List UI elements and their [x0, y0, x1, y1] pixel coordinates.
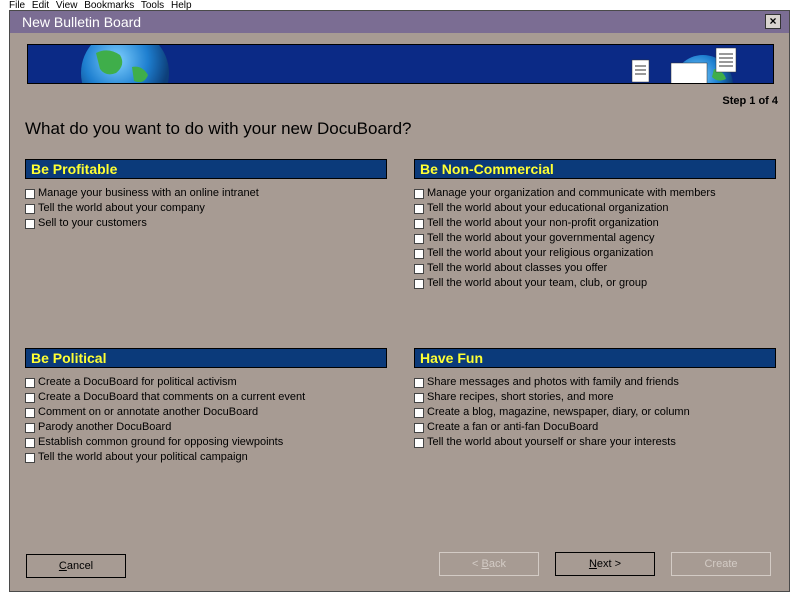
section-be-political: Be Political Create a DocuBoard for poli… [25, 348, 387, 465]
checkbox-icon[interactable] [25, 437, 35, 448]
option-label: Manage your business with an online intr… [38, 187, 259, 199]
option-list: Manage your business with an online intr… [25, 186, 387, 231]
cancel-mnemonic: C [58, 560, 67, 572]
option-item[interactable]: Share messages and photos with family an… [414, 375, 776, 390]
option-label: Establish common ground for opposing vie… [38, 436, 284, 448]
option-item[interactable]: Create a DocuBoard for political activis… [25, 375, 387, 390]
option-label: Share messages and photos with family an… [427, 376, 679, 388]
next-mnemonic: N [588, 558, 597, 570]
section-be-profitable: Be Profitable Manage your business with … [25, 159, 387, 231]
option-item[interactable]: Manage your business with an online intr… [25, 186, 387, 201]
checkbox-icon[interactable] [414, 263, 424, 274]
create-button[interactable]: Create [671, 552, 771, 576]
option-item[interactable]: Tell the world about your educational or… [414, 201, 776, 216]
document-icon [670, 62, 708, 83]
section-header: Be Political [25, 348, 387, 368]
back-label: ack [488, 558, 506, 570]
option-item[interactable]: Tell the world about your political camp… [25, 450, 387, 465]
option-item[interactable]: Tell the world about your company [25, 201, 387, 216]
checkbox-icon[interactable] [414, 248, 424, 259]
option-item[interactable]: Tell the world about your religious orga… [414, 246, 776, 261]
document-icon [631, 59, 650, 83]
checkbox-icon[interactable] [414, 392, 424, 403]
window-title: New Bulletin Board [22, 14, 142, 30]
checkbox-icon[interactable] [25, 188, 35, 199]
option-label: Tell the world about your educational or… [427, 202, 669, 214]
option-item[interactable]: Tell the world about classes you offer [414, 261, 776, 276]
close-icon[interactable]: × [765, 14, 781, 29]
back-prefix: < [472, 558, 482, 570]
page-question: What do you want to do with your new Doc… [25, 119, 412, 138]
wizard-dialog: New Bulletin Board × Step 1 of 4 What do… [9, 10, 790, 592]
option-item[interactable]: Share recipes, short stories, and more [414, 390, 776, 405]
option-label: Tell the world about your company [38, 202, 205, 214]
checkbox-icon[interactable] [414, 218, 424, 229]
cancel-button[interactable]: Cancel [26, 554, 126, 578]
option-item[interactable]: Tell the world about your non-profit org… [414, 216, 776, 231]
option-list: Create a DocuBoard for political activis… [25, 375, 387, 465]
step-indicator: Step 1 of 4 [722, 95, 778, 107]
option-item[interactable]: Tell the world about yourself or share y… [414, 435, 776, 450]
next-button[interactable]: Next > [555, 552, 655, 576]
checkbox-icon[interactable] [414, 203, 424, 214]
section-header: Be Non-Commercial [414, 159, 776, 179]
checkbox-icon[interactable] [25, 218, 35, 229]
option-list: Share messages and photos with family an… [414, 375, 776, 450]
checkbox-icon[interactable] [414, 437, 424, 448]
next-label: ext > [596, 558, 622, 570]
option-label: Create a blog, magazine, newspaper, diar… [427, 406, 690, 418]
checkbox-icon[interactable] [414, 278, 424, 289]
checkbox-icon[interactable] [414, 188, 424, 199]
option-label: Tell the world about classes you offer [427, 262, 608, 274]
checkbox-icon[interactable] [414, 407, 424, 418]
option-item[interactable]: Tell the world about your governmental a… [414, 231, 776, 246]
checkbox-icon[interactable] [25, 407, 35, 418]
option-label: Parody another DocuBoard [38, 421, 172, 433]
option-item[interactable]: Parody another DocuBoard [25, 420, 387, 435]
back-button[interactable]: < Back [439, 552, 539, 576]
option-item[interactable]: Tell the world about your team, club, or… [414, 276, 776, 291]
option-item[interactable]: Create a blog, magazine, newspaper, diar… [414, 405, 776, 420]
option-item[interactable]: Sell to your customers [25, 216, 387, 231]
checkbox-icon[interactable] [414, 233, 424, 244]
option-label: Tell the world about your religious orga… [427, 247, 654, 259]
document-icon [715, 47, 737, 73]
back-mnemonic: B [481, 558, 489, 570]
globe-icon [81, 45, 169, 83]
banner-graphic [81, 45, 737, 83]
option-label: Sell to your customers [38, 217, 147, 229]
option-label: Tell the world about your team, club, or… [427, 277, 648, 289]
option-label: Comment on or annotate another DocuBoard [38, 406, 259, 418]
option-label: Create a fan or anti-fan DocuBoard [427, 421, 599, 433]
checkbox-icon[interactable] [414, 422, 424, 433]
checkbox-icon[interactable] [25, 377, 35, 388]
option-item[interactable]: Manage your organization and communicate… [414, 186, 776, 201]
option-label: Manage your organization and communicate… [427, 187, 716, 199]
checkbox-icon[interactable] [25, 392, 35, 403]
title-bar: New Bulletin Board × [10, 11, 789, 33]
option-label: Tell the world about your non-profit org… [427, 217, 659, 229]
option-label: Tell the world about yourself or share y… [427, 436, 676, 448]
option-label: Create a DocuBoard for political activis… [38, 376, 237, 388]
checkbox-icon[interactable] [414, 377, 424, 388]
option-item[interactable]: Create a DocuBoard that comments on a cu… [25, 390, 387, 405]
checkbox-icon[interactable] [25, 452, 35, 463]
option-item[interactable]: Comment on or annotate another DocuBoard [25, 405, 387, 420]
section-be-non-commercial: Be Non-Commercial Manage your organizati… [414, 159, 776, 291]
header-banner [27, 44, 774, 84]
option-label: Create a DocuBoard that comments on a cu… [38, 391, 306, 403]
section-have-fun: Have Fun Share messages and photos with … [414, 348, 776, 450]
option-list: Manage your organization and communicate… [414, 186, 776, 291]
checkbox-icon[interactable] [25, 422, 35, 433]
section-header: Be Profitable [25, 159, 387, 179]
option-label: Tell the world about your governmental a… [427, 232, 655, 244]
option-label: Share recipes, short stories, and more [427, 391, 614, 403]
section-header: Have Fun [414, 348, 776, 368]
option-label: Tell the world about your political camp… [38, 451, 248, 463]
option-item[interactable]: Create a fan or anti-fan DocuBoard [414, 420, 776, 435]
option-item[interactable]: Establish common ground for opposing vie… [25, 435, 387, 450]
cancel-label: ancel [66, 560, 94, 572]
checkbox-icon[interactable] [25, 203, 35, 214]
